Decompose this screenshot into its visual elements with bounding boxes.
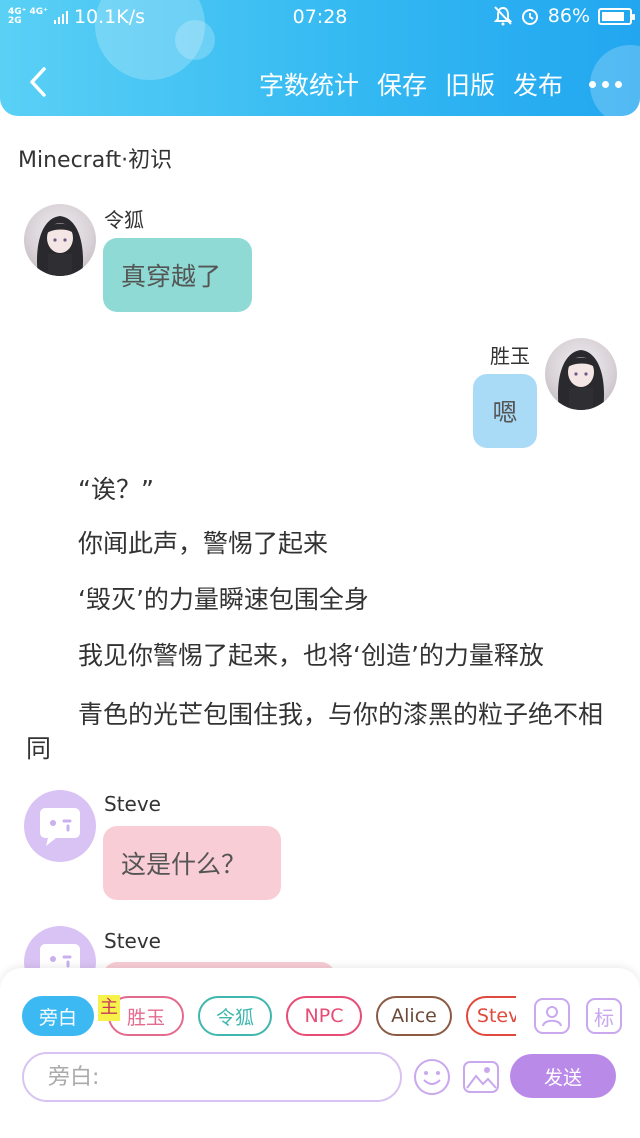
alarm-icon — [521, 9, 538, 25]
sender-name: 令狐 — [104, 208, 144, 232]
narration-line[interactable]: ‘毁灭’的力量瞬速包围全身 — [26, 584, 616, 616]
story-content[interactable]: Minecraft·初识 令狐 真穿越了 胜玉 嗯 “诶？” 你闻此声，警惕了起… — [0, 116, 640, 986]
word-count-button[interactable]: 字数统计 — [259, 66, 359, 102]
girl-avatar-icon — [557, 350, 605, 410]
role-chip-linghu[interactable]: 令狐 — [198, 996, 272, 1036]
narration-text: ‘毁灭’的力量瞬速包围全身 — [78, 585, 369, 614]
avatar[interactable] — [24, 790, 96, 862]
mute-bell-icon — [493, 6, 512, 26]
message-bubble[interactable]: 真穿越了 — [103, 238, 252, 312]
sender-name: Steve — [104, 929, 161, 953]
battery-icon — [598, 7, 635, 25]
narration-line[interactable]: 青色的光芒包围住我，与你的漆黑的粒子绝不相同 — [26, 698, 616, 766]
narration-line[interactable]: “诶？” — [26, 474, 616, 506]
save-button[interactable]: 保存 — [377, 66, 427, 102]
tag-icon[interactable]: 标 — [586, 998, 622, 1034]
chat-bubble-face-icon — [40, 808, 80, 846]
emoji-icon[interactable] — [413, 1058, 451, 1096]
publish-button[interactable]: 发布 — [513, 66, 563, 102]
message-input[interactable] — [22, 1052, 402, 1102]
more-dots-icon[interactable] — [589, 80, 622, 88]
narration-line[interactable]: 我见你警惕了起来，也将‘创造’的力量释放 — [26, 640, 616, 672]
avatar[interactable] — [24, 204, 96, 276]
old-version-button[interactable]: 旧版 — [445, 66, 495, 102]
header: 4G⁺ 4G⁺ 2G 10.1K/s 07:28 86% 字数统计 保存 旧版 … — [0, 0, 640, 116]
back-button[interactable] — [22, 64, 58, 100]
girl-avatar-icon — [36, 216, 84, 276]
composer-panel: 旁白 胜玉 令狐 NPC Alice Steve 主 标 发送 — [0, 968, 640, 1138]
app-root: 4G⁺ 4G⁺ 2G 10.1K/s 07:28 86% 字数统计 保存 旧版 … — [0, 0, 640, 1138]
status-right: 86% — [493, 5, 635, 27]
toolbar-actions: 字数统计 保存 旧版 发布 — [259, 66, 622, 102]
battery-percent: 86% — [547, 5, 590, 27]
avatar[interactable] — [545, 338, 617, 410]
chevron-left-icon — [30, 67, 46, 97]
toolbar: 字数统计 保存 旧版 发布 — [0, 52, 640, 112]
image-icon[interactable] — [462, 1058, 500, 1096]
narration-line[interactable]: 你闻此声，警惕了起来 — [26, 528, 616, 560]
narration-text: “诶？” — [78, 475, 154, 504]
role-chip-npc[interactable]: NPC — [286, 996, 362, 1036]
contact-icon-glyph — [542, 1006, 562, 1027]
role-chip-narrator[interactable]: 旁白 — [22, 996, 94, 1036]
narration-text: 我见你警惕了起来，也将‘创造’的力量释放 — [78, 641, 544, 670]
sender-name: 胜玉 — [490, 344, 530, 368]
narration-text: 青色的光芒包围住我，与你的漆黑的粒子绝不相同 — [26, 700, 604, 763]
status-bar: 4G⁺ 4G⁺ 2G 10.1K/s 07:28 86% — [0, 0, 640, 34]
document-title: Minecraft·初识 — [18, 148, 173, 173]
message-bubble[interactable]: 这是什么？ — [103, 826, 281, 900]
narration-text: 你闻此声，警惕了起来 — [78, 529, 329, 558]
role-chip-steve[interactable]: Steve — [466, 996, 516, 1036]
message-bubble[interactable]: 嗯 — [473, 374, 537, 448]
host-tag: 主 — [98, 995, 120, 1021]
send-button[interactable]: 发送 — [510, 1054, 616, 1098]
contact-icon[interactable] — [534, 998, 570, 1034]
role-selector: 旁白 胜玉 令狐 NPC Alice Steve — [22, 996, 516, 1038]
role-chip-alice[interactable]: Alice — [376, 996, 452, 1036]
sender-name: Steve — [104, 792, 161, 816]
